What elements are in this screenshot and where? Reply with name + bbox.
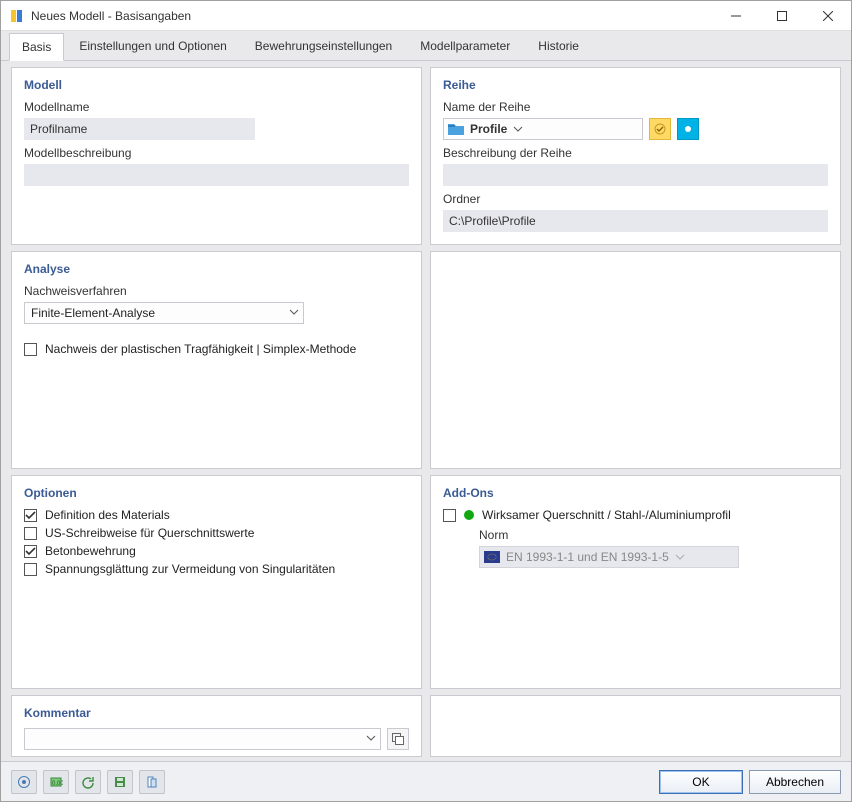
option-3[interactable]: Spannungsglättung zur Vermeidung von Sin… [24, 562, 409, 576]
heading-optionen: Optionen [24, 486, 409, 500]
option-0[interactable]: Definition des Materials [24, 508, 409, 522]
chevron-down-icon [513, 124, 523, 134]
plastic-label: Nachweis der plastischen Tragfähigkeit |… [45, 342, 356, 356]
option-2[interactable]: Betonbewehrung [24, 544, 409, 558]
title-bar: Neues Modell - Basisangaben [1, 1, 851, 31]
nachweisverfahren-value: Finite-Element-Analyse [31, 306, 155, 320]
panel-modell: Modell Modellname Modellbeschreibung [11, 67, 422, 245]
heading-modell: Modell [24, 78, 409, 92]
units-button[interactable]: 0.00 [43, 770, 69, 794]
series-cloud-button[interactable] [677, 118, 699, 140]
heading-reihe: Reihe [443, 78, 828, 92]
ordner-input [443, 210, 828, 232]
addon-effective-row[interactable]: Wirksamer Querschnitt / Stahl-/Aluminium… [443, 508, 828, 522]
dialog-window: Neues Modell - Basisangaben Basis Einste… [0, 0, 852, 802]
svg-text:0.00: 0.00 [52, 781, 63, 787]
label-reihe-beschreibung: Beschreibung der Reihe [443, 146, 828, 160]
reihe-beschreibung-input[interactable] [443, 164, 828, 186]
app-icon [9, 8, 25, 24]
option-2-label: Betonbewehrung [45, 544, 136, 558]
ok-button[interactable]: OK [659, 770, 743, 794]
option-1[interactable]: US-Schreibweise für Querschnittswerte [24, 526, 409, 540]
kommentar-library-button[interactable] [387, 728, 409, 750]
panel-empty-1 [430, 251, 841, 469]
status-dot-icon [464, 510, 474, 520]
label-nachweisverfahren: Nachweisverfahren [24, 284, 409, 298]
cancel-button[interactable]: Abbrechen [749, 770, 841, 794]
norm-select: EN 1993-1-1 und EN 1993-1-5 [479, 546, 739, 568]
tab-historie[interactable]: Historie [525, 32, 592, 60]
reihe-value: Profile [470, 122, 507, 136]
bottom-bar: 0.00 OK Abbrechen [1, 761, 851, 801]
minimize-button[interactable] [713, 1, 759, 31]
chevron-down-icon [289, 307, 299, 317]
panel-addons: Add-Ons Wirksamer Querschnitt / Stahl-/A… [430, 475, 841, 689]
label-reihe-name: Name der Reihe [443, 100, 828, 114]
heading-kommentar: Kommentar [24, 706, 409, 720]
option-3-label: Spannungsglättung zur Vermeidung von Sin… [45, 562, 335, 576]
tab-bar: Basis Einstellungen und Optionen Bewehru… [1, 31, 851, 61]
chevron-down-icon [366, 733, 376, 743]
help-button[interactable] [11, 770, 37, 794]
panel-analyse: Analyse Nachweisverfahren Finite-Element… [11, 251, 422, 469]
series-new-button[interactable] [649, 118, 671, 140]
window-title: Neues Modell - Basisangaben [31, 9, 191, 23]
nachweisverfahren-select[interactable]: Finite-Element-Analyse [24, 302, 304, 324]
folder-icon [448, 122, 464, 136]
eu-flag-icon [484, 551, 500, 563]
label-modellbeschreibung: Modellbeschreibung [24, 146, 409, 160]
heading-analyse: Analyse [24, 262, 409, 276]
option-0-label: Definition des Materials [45, 508, 170, 522]
close-button[interactable] [805, 1, 851, 31]
tab-einstellungen[interactable]: Einstellungen und Optionen [66, 32, 239, 60]
reihe-select[interactable]: Profile [443, 118, 643, 140]
panel-empty-2 [430, 695, 841, 757]
option-1-checkbox[interactable] [24, 527, 37, 540]
heading-addons: Add-Ons [443, 486, 828, 500]
maximize-button[interactable] [759, 1, 805, 31]
chevron-down-icon [675, 552, 685, 562]
panel-optionen: Optionen Definition des Materials US-Sch… [11, 475, 422, 689]
modellbeschreibung-input[interactable] [24, 164, 409, 186]
kommentar-combo[interactable] [24, 728, 381, 750]
plastic-check-row[interactable]: Nachweis der plastischen Tragfähigkeit |… [24, 342, 409, 356]
panel-kommentar: Kommentar [11, 695, 422, 757]
tab-bewehrung[interactable]: Bewehrungseinstellungen [242, 32, 405, 60]
option-1-label: US-Schreibweise für Querschnittswerte [45, 526, 254, 540]
norm-value: EN 1993-1-1 und EN 1993-1-5 [506, 550, 669, 564]
tab-basis[interactable]: Basis [9, 33, 64, 61]
addon-effective-checkbox[interactable] [443, 509, 456, 522]
modellname-input[interactable] [24, 118, 255, 140]
save-button[interactable] [107, 770, 133, 794]
report-button[interactable] [139, 770, 165, 794]
option-0-checkbox[interactable] [24, 509, 37, 522]
content-area: Modell Modellname Modellbeschreibung Rei… [1, 61, 851, 761]
option-3-checkbox[interactable] [24, 563, 37, 576]
label-modellname: Modellname [24, 100, 409, 114]
tab-modellparameter[interactable]: Modellparameter [407, 32, 523, 60]
panel-reihe: Reihe Name der Reihe Profile [430, 67, 841, 245]
refresh-button[interactable] [75, 770, 101, 794]
label-ordner: Ordner [443, 192, 828, 206]
option-2-checkbox[interactable] [24, 545, 37, 558]
plastic-checkbox[interactable] [24, 343, 37, 356]
addon-effective-label: Wirksamer Querschnitt / Stahl-/Aluminium… [482, 508, 731, 522]
label-norm: Norm [479, 528, 828, 542]
